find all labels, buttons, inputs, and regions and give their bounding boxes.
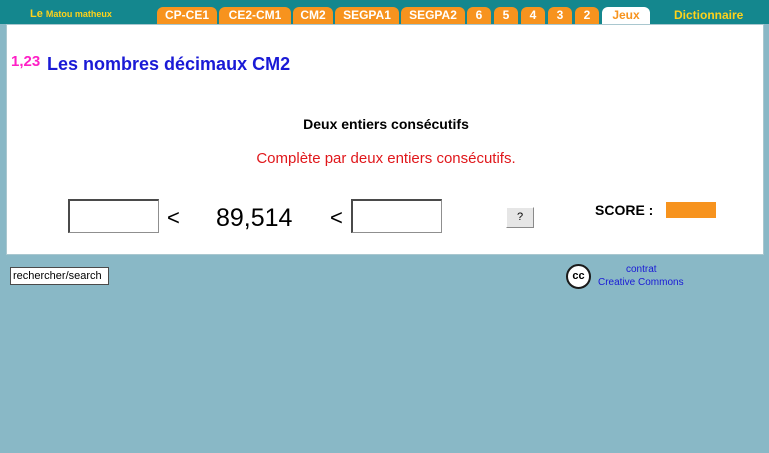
search-input[interactable] — [10, 267, 109, 285]
score-label: SCORE : — [595, 202, 654, 218]
help-button[interactable]: ? — [506, 207, 534, 228]
exercise-instruction: Complète par deux entiers consécutifs. — [256, 150, 516, 167]
lower-integer-input[interactable] — [68, 199, 159, 233]
cc-link-creative-commons[interactable]: Creative Commons — [598, 277, 684, 288]
tab-6[interactable]: 6 — [467, 7, 491, 24]
less-than-symbol-right: < — [330, 205, 343, 230]
tab-jeux[interactable]: Jeux — [602, 7, 650, 24]
exercise-panel: 1,23 Les nombres décimaux CM2 Deux entie… — [6, 24, 764, 255]
decimal-numbers-icon: 1,23 — [11, 53, 41, 70]
dictionary-link[interactable]: Dictionnaire — [674, 8, 743, 22]
tab-cp-ce1[interactable]: CP-CE1 — [157, 7, 217, 24]
site-brand[interactable]: Le Matou matheux — [30, 8, 112, 20]
decimal-value: 89,514 — [216, 204, 293, 232]
brand-prefix: Le — [30, 8, 46, 20]
tab-4[interactable]: 4 — [521, 7, 545, 24]
tab-segpa1[interactable]: SEGPA1 — [335, 7, 399, 24]
tab-2[interactable]: 2 — [575, 7, 599, 24]
tab-cm2[interactable]: CM2 — [293, 7, 333, 24]
brand-name: Matou matheux — [45, 9, 112, 19]
top-bar: Le Matou matheux CP-CE1 CE2-CM1 CM2 SEGP… — [0, 0, 769, 24]
tab-ce2-cm1[interactable]: CE2-CM1 — [219, 7, 291, 24]
upper-integer-input[interactable] — [351, 199, 442, 233]
tab-5[interactable]: 5 — [494, 7, 518, 24]
exercise-subtitle: Deux entiers consécutifs — [303, 116, 469, 132]
tab-3[interactable]: 3 — [548, 7, 572, 24]
cc-link-contrat[interactable]: contrat — [626, 264, 657, 275]
creative-commons-icon[interactable]: cc — [566, 264, 591, 289]
page-title: Les nombres décimaux CM2 — [47, 54, 291, 74]
less-than-symbol-left: < — [167, 205, 180, 230]
tab-segpa2[interactable]: SEGPA2 — [401, 7, 465, 24]
score-indicator — [666, 202, 716, 218]
